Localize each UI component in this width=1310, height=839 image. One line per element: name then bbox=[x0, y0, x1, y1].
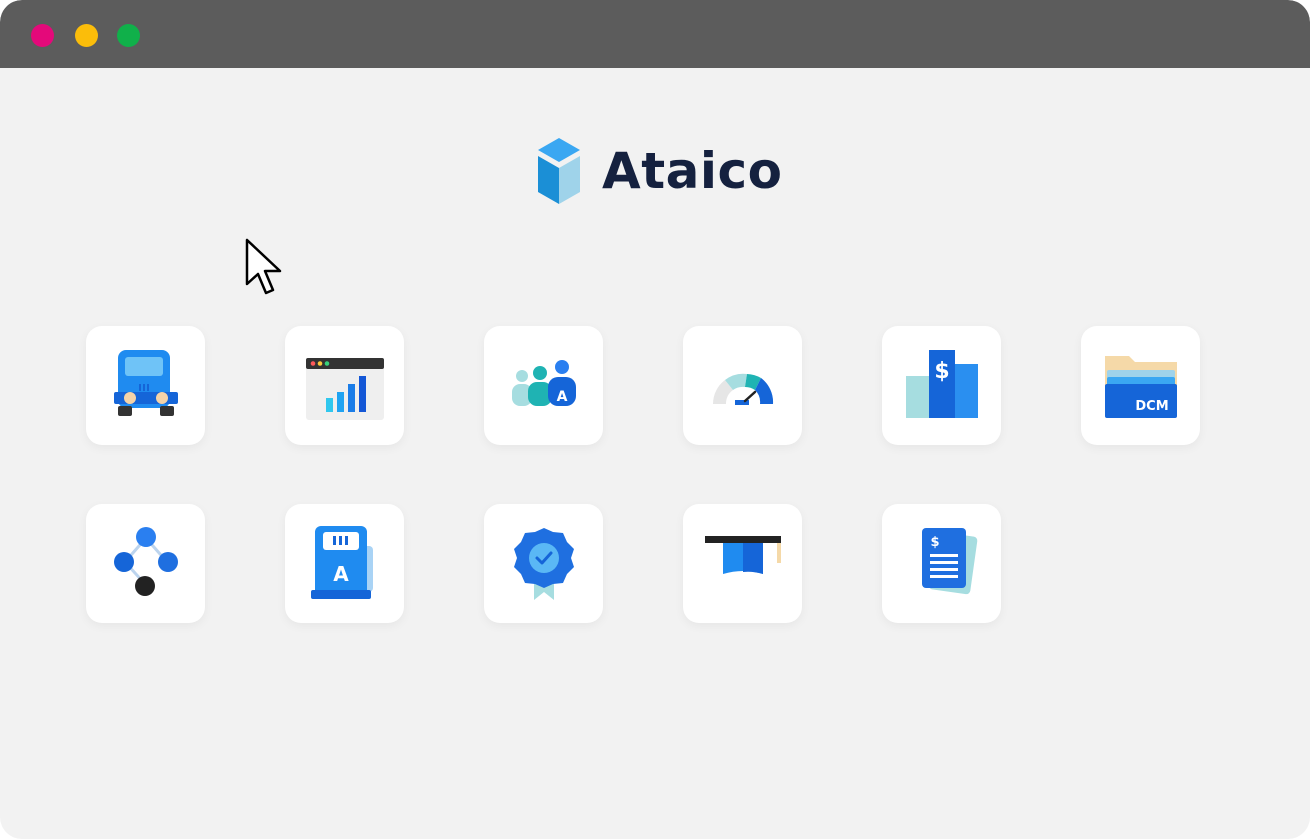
app-tile-performance[interactable] bbox=[683, 326, 802, 445]
team-badge-letter: A bbox=[556, 389, 567, 405]
app-tile-network[interactable] bbox=[86, 504, 205, 623]
finance-badge-symbol: $ bbox=[934, 359, 949, 384]
app-tile-certificate[interactable] bbox=[484, 504, 603, 623]
invoice-document-icon: $ bbox=[921, 527, 977, 594]
folder-dcm-icon: DCM bbox=[1104, 355, 1177, 418]
terminal-badge-letter: A bbox=[333, 562, 349, 586]
bus-icon bbox=[113, 349, 178, 416]
award-badge-icon bbox=[513, 527, 574, 600]
brand-header: Ataico bbox=[534, 135, 782, 207]
app-tile-team[interactable]: A bbox=[484, 326, 603, 445]
app-tile-analytics[interactable] bbox=[285, 326, 404, 445]
dcm-badge-label: DCM bbox=[1135, 399, 1168, 414]
app-tile-invoices[interactable]: $ bbox=[882, 504, 1001, 623]
title-bar bbox=[0, 0, 1310, 68]
app-tile-finance[interactable]: $ bbox=[882, 326, 1001, 445]
card-terminal-icon: A bbox=[310, 525, 373, 599]
graduation-cap-icon bbox=[704, 535, 781, 574]
app-tile-terminal[interactable]: A bbox=[285, 504, 404, 623]
app-tile-dcm[interactable]: DCM bbox=[1081, 326, 1200, 445]
app-window: Ataico A $ DCM A $ bbox=[0, 0, 1310, 839]
brand-name: Ataico bbox=[602, 142, 783, 200]
close-window-button[interactable] bbox=[31, 24, 54, 47]
network-nodes-icon bbox=[113, 526, 178, 596]
dollar-bar-chart-icon: $ bbox=[905, 349, 978, 418]
hexagon-cube-icon bbox=[538, 138, 580, 204]
app-tile-bus[interactable] bbox=[86, 326, 205, 445]
team-people-icon: A bbox=[511, 359, 576, 406]
maximize-window-button[interactable] bbox=[117, 24, 140, 47]
mouse-pointer-icon bbox=[245, 238, 282, 295]
invoice-badge-symbol: $ bbox=[930, 535, 939, 550]
speedometer-gauge-icon bbox=[712, 373, 773, 405]
minimize-window-button[interactable] bbox=[75, 24, 98, 47]
app-tile-education[interactable] bbox=[683, 504, 802, 623]
browser-bar-chart-icon bbox=[305, 357, 384, 420]
